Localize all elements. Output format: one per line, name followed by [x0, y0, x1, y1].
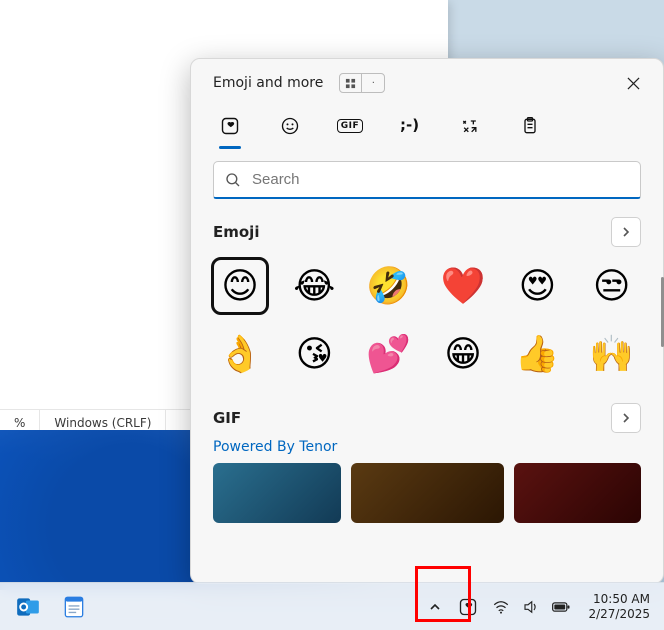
- gif-section-title: GIF: [213, 409, 241, 427]
- emoji-face-with-tears-of-joy[interactable]: 😂: [287, 259, 341, 313]
- emoji-unamused-face[interactable]: 😒: [585, 259, 639, 313]
- smiley-icon: [280, 116, 300, 136]
- emoji-red-heart[interactable]: ❤️: [436, 259, 490, 313]
- gif-thumb[interactable]: [213, 463, 341, 523]
- tray-overflow-button[interactable]: [424, 596, 446, 618]
- tray-battery-icon[interactable]: [550, 596, 572, 618]
- search-field[interactable]: [213, 161, 641, 199]
- emoji-smiling-face[interactable]: 😊: [213, 259, 267, 313]
- tab-kaomoji[interactable]: ;-): [393, 109, 427, 143]
- taskbar: 10:50 AM 2/27/2025: [0, 582, 664, 630]
- tenor-link[interactable]: Powered By Tenor: [213, 439, 337, 463]
- tab-recent[interactable]: [213, 109, 247, 143]
- list-view-icon[interactable]: ·: [362, 74, 384, 92]
- panel-header: Emoji and more ·: [191, 59, 663, 103]
- chevron-right-icon: [620, 412, 632, 424]
- kaomoji-icon: ;-): [400, 116, 420, 136]
- search-input[interactable]: [252, 171, 630, 188]
- close-icon: [627, 77, 640, 90]
- view-switcher[interactable]: ·: [339, 73, 385, 93]
- symbols-icon: [460, 116, 480, 136]
- clock-date: 2/27/2025: [588, 607, 650, 622]
- taskbar-clock[interactable]: 10:50 AM 2/27/2025: [580, 592, 658, 622]
- clipboard-icon: [520, 116, 540, 136]
- battery-icon: [551, 598, 571, 616]
- gif-icon: GIF: [337, 119, 363, 133]
- gif-thumb[interactable]: [351, 463, 504, 523]
- emoji-two-hearts[interactable]: 💕: [362, 327, 416, 381]
- emoji-section-title: Emoji: [213, 223, 259, 241]
- emoji-heart-eyes[interactable]: 😍: [510, 259, 564, 313]
- tray-volume-icon[interactable]: [520, 596, 542, 618]
- taskbar-app-notepad[interactable]: [54, 587, 94, 627]
- emoji-panel: Emoji and more · GIF ;-): [190, 58, 664, 584]
- emoji-raising-hands[interactable]: 🙌: [585, 327, 639, 381]
- gif-thumbnails: [213, 463, 641, 523]
- gif-expand-button[interactable]: [611, 403, 641, 433]
- tab-gif[interactable]: GIF: [333, 109, 367, 143]
- emoji-ok-hand[interactable]: 👌: [213, 327, 267, 381]
- sticker-heart-icon: [458, 597, 478, 617]
- emoji-beaming-face[interactable]: 😁: [436, 327, 490, 381]
- emoji-rolling-on-floor-laughing[interactable]: 🤣: [362, 259, 416, 313]
- panel-title: Emoji and more: [213, 75, 323, 91]
- emoji-thumbs-up[interactable]: 👍: [510, 327, 564, 381]
- taskbar-app-outlook[interactable]: [8, 587, 48, 627]
- tab-clipboard[interactable]: [513, 109, 547, 143]
- system-tray: 10:50 AM 2/27/2025: [424, 592, 664, 622]
- emoji-expand-button[interactable]: [611, 217, 641, 247]
- tab-emoji[interactable]: [273, 109, 307, 143]
- speaker-icon: [522, 598, 540, 616]
- emoji-grid: 😊 😂 🤣 ❤️ 😍 😒 👌 😘 💕 😁 👍 🙌: [213, 253, 641, 395]
- tab-symbols[interactable]: [453, 109, 487, 143]
- chevron-right-icon: [620, 226, 632, 238]
- category-tabs: GIF ;-): [191, 103, 663, 143]
- panel-scroll-area[interactable]: Emoji 😊 😂 🤣 ❤️ 😍 😒 👌 😘 💕 😁 👍 🙌 GIF Powered By Tenor: [191, 209, 663, 583]
- tray-wifi-icon[interactable]: [490, 596, 512, 618]
- sticker-heart-icon: [220, 116, 240, 136]
- emoji-face-blowing-kiss[interactable]: 😘: [287, 327, 341, 381]
- clock-time: 10:50 AM: [588, 592, 650, 607]
- gif-thumb[interactable]: [514, 463, 642, 523]
- chevron-up-icon: [428, 600, 442, 614]
- grid-view-icon[interactable]: [340, 74, 362, 92]
- wifi-icon: [492, 598, 510, 616]
- search-icon: [224, 171, 242, 189]
- tray-emoji-button[interactable]: [454, 596, 482, 618]
- close-button[interactable]: [617, 69, 649, 97]
